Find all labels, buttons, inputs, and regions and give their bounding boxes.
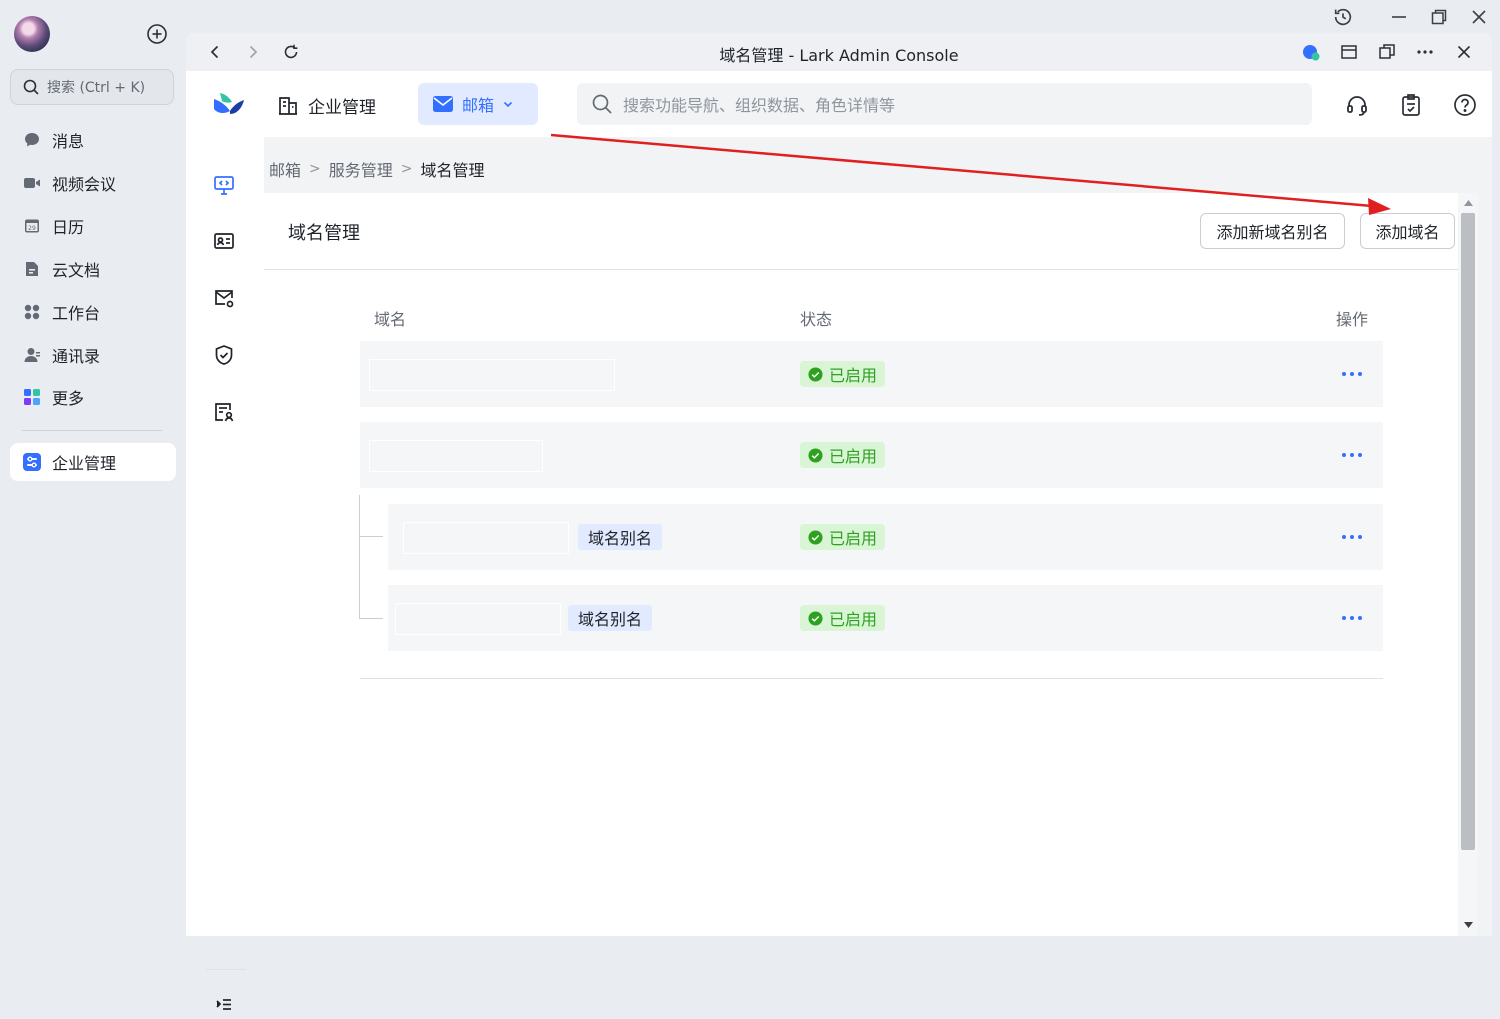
annotation-arrow (550, 133, 1391, 215)
rail-divider (206, 969, 246, 970)
expand-sidebar-icon[interactable] (210, 991, 238, 1019)
